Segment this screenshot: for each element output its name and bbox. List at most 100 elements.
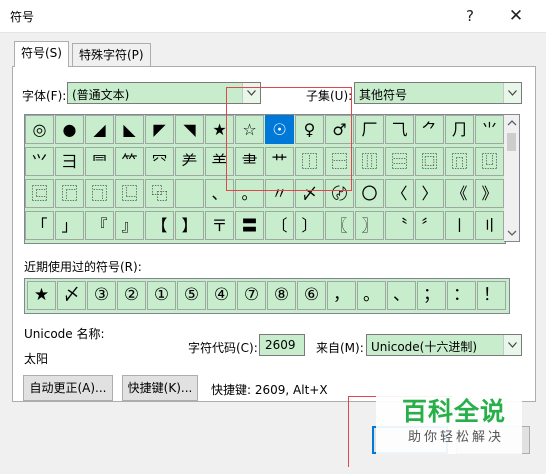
recent-symbol-cell[interactable]: ⑥ bbox=[297, 281, 326, 310]
close-button[interactable]: ✕ bbox=[502, 4, 530, 28]
symbol-cell[interactable]: 〖 bbox=[325, 211, 354, 240]
symbol-cell[interactable]: ⺶ bbox=[175, 147, 204, 176]
font-select[interactable]: (普通文本) bbox=[67, 82, 261, 104]
scrollbar-thumb[interactable] bbox=[507, 133, 516, 151]
symbol-cell[interactable]: ⺳ bbox=[145, 147, 174, 176]
symbol-cell[interactable]: ⿸ bbox=[55, 179, 84, 208]
symbol-cell[interactable]: 〃 bbox=[265, 179, 294, 208]
symbol-cell[interactable]: 】 bbox=[175, 211, 204, 240]
recent-symbol-cell[interactable]: ② bbox=[117, 281, 146, 310]
symbol-cell[interactable]: ⿳ bbox=[385, 147, 414, 176]
symbol-cell[interactable]: 〇 bbox=[355, 179, 384, 208]
recent-symbol-cell[interactable]: ⑤ bbox=[177, 281, 206, 310]
recent-symbol-cell[interactable]: ① bbox=[147, 281, 176, 310]
chevron-down-icon[interactable] bbox=[503, 83, 521, 103]
symbol-cell[interactable]: ⿷ bbox=[25, 179, 54, 208]
scroll-up-icon[interactable] bbox=[507, 118, 517, 128]
recent-symbols-list[interactable]: ★ 〆 ③ ② ① ⑤ ④ ⑦ ⑧ ⑥，。、；：！ bbox=[24, 278, 510, 314]
tab-symbols[interactable]: 符号(S) bbox=[14, 41, 69, 67]
symbol-cell[interactable]: ⺍ bbox=[25, 147, 54, 176]
symbol-cell[interactable]: 〉 bbox=[415, 179, 444, 208]
symbol-cell[interactable]: 〆 bbox=[295, 179, 324, 208]
symbol-cell[interactable]: ⺜ bbox=[85, 147, 114, 176]
symbol-cell[interactable]: ☉ bbox=[265, 115, 294, 144]
recent-symbol-cell[interactable]: ， bbox=[327, 281, 356, 310]
scroll-down-icon[interactable] bbox=[507, 228, 517, 238]
recent-symbol-cell[interactable]: 、 bbox=[387, 281, 416, 310]
symbol-grid[interactable]: ◎ ● ◢ ◣ ◤ ◥ ★ ☆ ☉ ♀ ♂ ⼚⺄⺈⺆⺌⺍⺕⺜⺮⺳⺶⺷⺻⺾⿰⿱⿲⿳⿴⿵⿶⿷⿸⿹⿺⿻ 、。〃… bbox=[24, 114, 506, 244]
chevron-down-icon[interactable] bbox=[242, 83, 260, 103]
symbol-cell[interactable]: 〝 bbox=[385, 211, 414, 240]
symbol-cell[interactable]: 『 bbox=[85, 211, 114, 240]
recent-symbol-cell[interactable]: ★ bbox=[27, 281, 56, 310]
symbol-cell[interactable]: 」 bbox=[55, 211, 84, 240]
symbol-cell[interactable]: ⿺ bbox=[115, 179, 144, 208]
from-label: 来自(M): bbox=[316, 341, 364, 355]
symbol-cell[interactable]: ☆ bbox=[235, 115, 264, 144]
symbol-cell[interactable]: ⺌ bbox=[475, 115, 504, 144]
recent-symbol-cell[interactable]: ⑧ bbox=[267, 281, 296, 310]
recent-symbol-cell[interactable]: ！ bbox=[477, 281, 506, 310]
symbol-cell[interactable]: ⺮ bbox=[115, 147, 144, 176]
symbol-cell[interactable]: ♀ bbox=[295, 115, 324, 144]
symbol-cell[interactable]: 〡 bbox=[445, 211, 474, 240]
chevron-down-icon[interactable] bbox=[503, 335, 521, 355]
symbol-cell[interactable]: 「 bbox=[25, 211, 54, 240]
symbol-grid-scrollbar[interactable] bbox=[504, 114, 520, 242]
symbol-cell[interactable]: ⺈ bbox=[415, 115, 444, 144]
autocorrect-button[interactable]: 自动更正(A)... bbox=[23, 375, 113, 401]
symbol-cell[interactable]: ⺄ bbox=[385, 115, 414, 144]
symbol-cell[interactable]: ⿶ bbox=[475, 147, 504, 176]
symbol-cell[interactable]: ⿲ bbox=[355, 147, 384, 176]
recent-symbol-cell[interactable]: ④ bbox=[207, 281, 236, 310]
recent-symbol-cell[interactable]: ： bbox=[447, 281, 476, 310]
symbol-cell[interactable]: ⺻ bbox=[235, 147, 264, 176]
symbol-cell[interactable]: 〈 bbox=[385, 179, 414, 208]
symbol-cell[interactable]: ⺾ bbox=[265, 147, 294, 176]
symbol-cell[interactable]: 〄 bbox=[325, 179, 354, 208]
help-button[interactable]: ? bbox=[456, 4, 484, 28]
symbol-cell[interactable]: 〕 bbox=[295, 211, 324, 240]
subset-select[interactable]: 其他符号 bbox=[354, 82, 522, 104]
tab-special-characters[interactable]: 特殊字符(P) bbox=[72, 43, 151, 66]
symbol-cell[interactable]: 《 bbox=[445, 179, 474, 208]
symbol-cell[interactable]: ⿱ bbox=[325, 147, 354, 176]
symbol-cell[interactable]: ⺆ bbox=[445, 115, 474, 144]
symbol-cell[interactable]: 、 bbox=[205, 179, 234, 208]
symbol-cell[interactable]: ⺕ bbox=[55, 147, 84, 176]
symbol-cell[interactable]: 〒 bbox=[205, 211, 234, 240]
recent-symbol-cell[interactable]: ⑦ bbox=[237, 281, 266, 310]
shortcut-key-button[interactable]: 快捷键(K)... bbox=[122, 375, 198, 401]
symbol-cell[interactable]: ◣ bbox=[115, 115, 144, 144]
symbol-cell[interactable]: 【 bbox=[145, 211, 174, 240]
symbol-cell[interactable]: 》 bbox=[475, 179, 504, 208]
recent-symbol-cell[interactable]: 〆 bbox=[57, 281, 86, 310]
recent-symbol-cell[interactable]: ； bbox=[417, 281, 446, 310]
symbol-cell[interactable]: 。 bbox=[235, 179, 264, 208]
symbol-cell[interactable]: ◤ bbox=[145, 115, 174, 144]
recent-symbol-cell[interactable]: 。 bbox=[357, 281, 386, 310]
symbol-cell[interactable]: ★ bbox=[205, 115, 234, 144]
symbol-cell[interactable]: ⿹ bbox=[85, 179, 114, 208]
symbol-cell[interactable]: ● bbox=[55, 115, 84, 144]
symbol-cell[interactable] bbox=[175, 179, 204, 208]
symbol-cell[interactable]: ◢ bbox=[85, 115, 114, 144]
symbol-cell[interactable]: ⿵ bbox=[445, 147, 474, 176]
from-select[interactable]: Unicode(十六进制) bbox=[366, 334, 522, 356]
symbol-cell[interactable]: 〓 bbox=[235, 211, 264, 240]
symbol-cell[interactable]: 〔 bbox=[265, 211, 294, 240]
symbol-cell[interactable]: ⿻ bbox=[145, 179, 174, 208]
symbol-cell[interactable]: 』 bbox=[115, 211, 144, 240]
symbol-cell[interactable]: 〢 bbox=[475, 211, 504, 240]
symbol-cell[interactable]: ◎ bbox=[25, 115, 54, 144]
recent-symbol-cell[interactable]: ③ bbox=[87, 281, 116, 310]
symbol-cell[interactable]: 〗 bbox=[355, 211, 384, 240]
symbol-cell[interactable]: 〞 bbox=[415, 211, 444, 240]
symbol-cell[interactable]: ⿰ bbox=[295, 147, 324, 176]
symbol-cell[interactable]: ⺷ bbox=[205, 147, 234, 176]
symbol-cell[interactable]: ◥ bbox=[175, 115, 204, 144]
symbol-cell[interactable]: ♂ bbox=[325, 115, 354, 144]
char-code-input[interactable]: 2609 bbox=[259, 334, 305, 356]
symbol-cell[interactable]: ⿴ bbox=[415, 147, 444, 176]
symbol-cell[interactable]: ⼚ bbox=[355, 115, 384, 144]
